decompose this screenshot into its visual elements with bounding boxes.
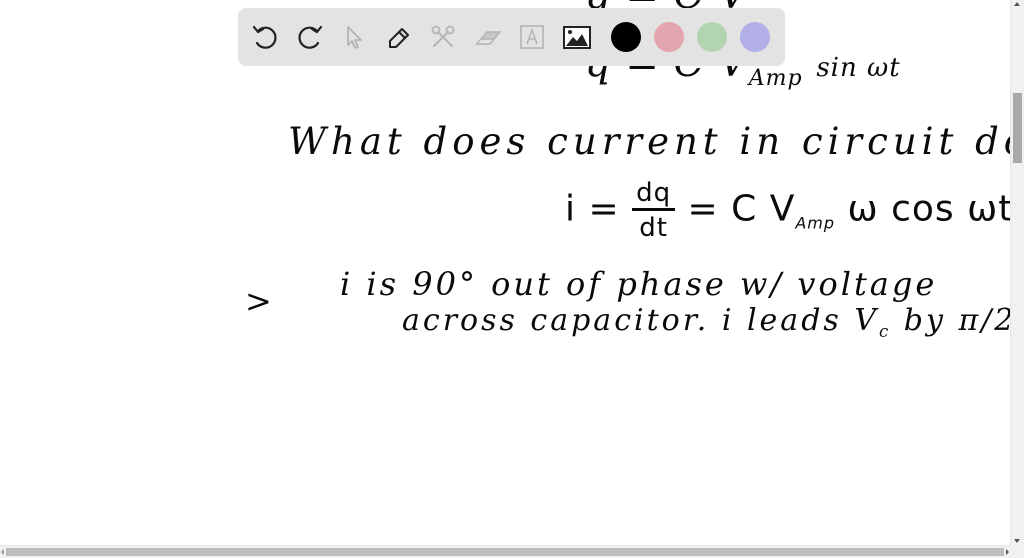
drawing-toolbar [238,8,785,66]
current-eq-mid: = C V [687,188,796,230]
scroll-left-arrow-icon[interactable] [1,549,4,555]
note-line-1: i is 90° out of phase w/ voltage [340,265,938,303]
pen-button[interactable] [382,20,416,54]
eraser-icon [475,31,501,45]
note-line-2-subscript: c [879,322,892,341]
fraction-denominator: dt [639,213,668,243]
current-equation: i = dq dt = C VAmp ω cos ωt [565,180,1010,241]
text-box-icon [520,25,544,49]
note-line-2-end: by π/2 [891,303,1010,338]
vertical-scroll-thumb[interactable] [1013,93,1022,163]
current-eq-lhs: i = [565,188,620,230]
eraser-button[interactable] [471,20,505,54]
current-eq-subscript: Amp [795,213,836,233]
horizontal-scrollbar[interactable] [0,545,1010,558]
derivative-fraction: dq dt [632,180,676,243]
note-line-2: across capacitor. i leads Vc by π/2 [402,303,1010,341]
scroll-right-arrow-icon[interactable] [1006,549,1009,555]
note-line-2-text: across capacitor. i leads V [402,303,879,338]
color-swatch-pink[interactable] [653,22,684,52]
scrollbar-corner [1010,545,1024,558]
question-text: What does current in circuit do? [288,120,1010,163]
image-icon [562,26,591,49]
vertical-scrollbar[interactable] [1010,0,1024,545]
cursor-icon [347,26,362,49]
redo-button[interactable] [293,20,327,54]
undo-icon [252,25,277,49]
charge-eq-subscript: Amp [748,66,803,91]
tools-icon [431,25,455,47]
undo-button[interactable] [248,20,282,54]
pencil-icon [388,28,409,48]
bullet-marker: > [245,282,273,320]
select-button[interactable] [337,20,371,54]
color-swatch-black[interactable] [610,22,641,52]
current-eq-rhs: ω cos ωt [847,188,1011,230]
scroll-up-arrow-icon[interactable] [1014,2,1020,6]
scroll-down-arrow-icon[interactable] [1014,539,1020,543]
redo-icon [297,25,322,49]
horizontal-scroll-thumb[interactable] [6,548,1004,556]
color-swatch-green[interactable] [696,22,727,52]
image-button[interactable] [560,20,594,54]
tools-button[interactable] [426,20,460,54]
text-button[interactable] [515,20,549,54]
color-swatch-lavender[interactable] [739,22,770,52]
whiteboard-canvas[interactable]: q = C V q = C VAmp sin ωt What does curr… [0,0,1010,545]
fraction-numerator: dq [632,180,676,211]
charge-eq-rhs: sin ωt [816,53,901,83]
